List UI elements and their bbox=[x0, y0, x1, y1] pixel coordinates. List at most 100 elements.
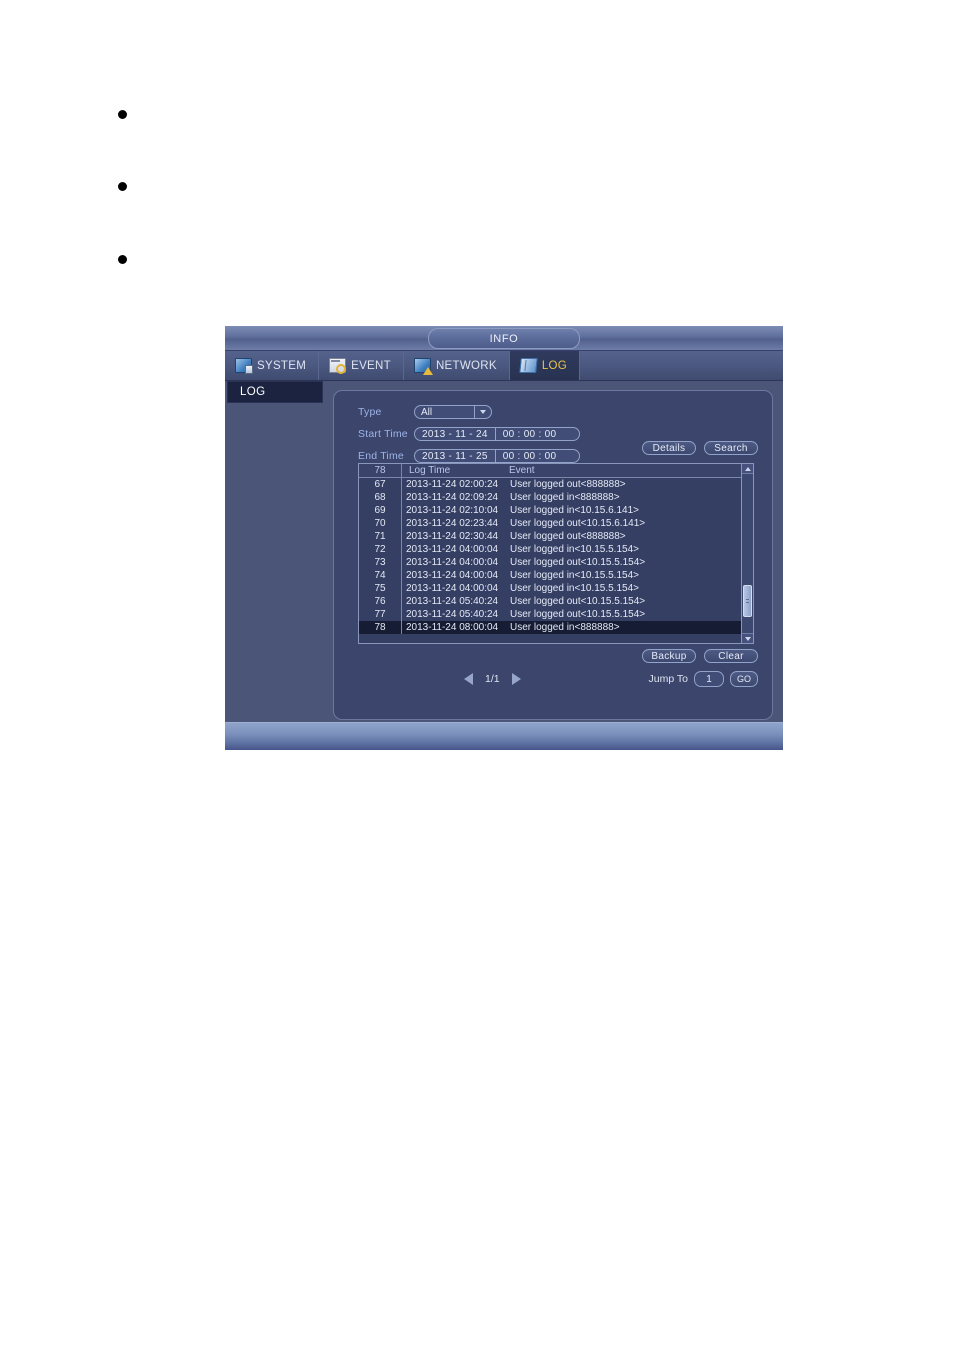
column-header-log-time: Log Time bbox=[409, 465, 451, 476]
search-button[interactable]: Search bbox=[704, 441, 758, 455]
arrow-left-icon[interactable] bbox=[464, 673, 473, 685]
row-index: 76 bbox=[374, 596, 386, 607]
table-row[interactable]: 74 2013-11-24 04:00:04 User logged in<10.1… bbox=[359, 569, 741, 582]
details-button[interactable]: Details bbox=[642, 441, 696, 455]
start-date-value: 2013 - 11 - 24 bbox=[422, 428, 488, 440]
row-index: 69 bbox=[374, 505, 386, 516]
table-row[interactable]: 70 2013-11-24 02:23:44 User logged out<10.… bbox=[359, 517, 741, 530]
page-bullet-list bbox=[0, 0, 954, 320]
row-log-time: 2013-11-24 04:00:04 bbox=[406, 570, 499, 581]
scrollbar-track[interactable] bbox=[742, 474, 753, 633]
row-event: User logged in<888888> bbox=[510, 492, 620, 503]
scroll-up-icon[interactable] bbox=[742, 464, 753, 474]
window-titlebar: INFO bbox=[225, 326, 783, 351]
start-time-field[interactable]: 2013 - 11 - 24 00 : 00 : 00 bbox=[414, 427, 580, 441]
info-window: INFO SYSTEM EVENT NETWORK LOG LOG Type A… bbox=[225, 326, 783, 750]
end-time-field[interactable]: 2013 - 11 - 25 00 : 00 : 00 bbox=[414, 449, 580, 463]
sidebar: LOG bbox=[227, 381, 323, 403]
table-row[interactable]: 78 2013-11-24 08:00:04 User logged in<8888… bbox=[359, 621, 741, 634]
row-log-time: 2013-11-24 04:00:04 bbox=[406, 583, 499, 594]
window-footer bbox=[225, 722, 783, 750]
row-event: User logged out<10.15.5.154> bbox=[510, 596, 646, 607]
tab-event[interactable]: EVENT bbox=[319, 351, 404, 380]
pagination-bar: 1/1 Jump To 1 GO bbox=[358, 671, 758, 687]
row-event: User logged in<10.15.5.154> bbox=[510, 583, 639, 594]
page-title: INFO bbox=[428, 328, 580, 349]
row-index: 77 bbox=[374, 609, 386, 620]
jump-to-input[interactable]: 1 bbox=[694, 671, 724, 687]
table-row[interactable]: 68 2013-11-24 02:09:24 User logged in<8888… bbox=[359, 491, 741, 504]
row-log-time: 2013-11-24 05:40:24 bbox=[406, 609, 499, 620]
table-actions: Backup Clear bbox=[642, 649, 758, 663]
row-event: User logged out<888888> bbox=[510, 479, 626, 490]
bullet-point bbox=[118, 110, 127, 119]
type-row: Type All bbox=[358, 403, 758, 421]
table-row[interactable]: 73 2013-11-24 04:00:04 User logged out<10.… bbox=[359, 556, 741, 569]
row-log-time: 2013-11-24 02:30:44 bbox=[406, 531, 499, 542]
row-log-time: 2013-11-24 04:00:04 bbox=[406, 557, 499, 568]
clear-button[interactable]: Clear bbox=[704, 649, 758, 663]
table-row[interactable]: 75 2013-11-24 04:00:04 User logged in<10.1… bbox=[359, 582, 741, 595]
row-log-time: 2013-11-24 02:09:24 bbox=[406, 492, 499, 503]
start-time-label: Start Time bbox=[358, 428, 408, 440]
table-row[interactable]: 69 2013-11-24 02:10:04 User logged in<10.1… bbox=[359, 504, 741, 517]
table-header: 78 Log Time Event bbox=[359, 464, 741, 478]
row-index: 68 bbox=[374, 492, 386, 503]
network-warning-icon bbox=[413, 358, 433, 375]
row-index: 72 bbox=[374, 544, 386, 555]
row-index: 73 bbox=[374, 557, 386, 568]
start-clock-value: 00 : 00 : 00 bbox=[502, 428, 557, 440]
record-count: 78 bbox=[374, 465, 386, 476]
search-actions: Details Search bbox=[642, 441, 758, 455]
row-index: 71 bbox=[374, 531, 386, 542]
table-scrollbar[interactable] bbox=[741, 464, 753, 643]
table-row[interactable]: 71 2013-11-24 02:30:44 User logged out<888… bbox=[359, 530, 741, 543]
event-search-icon bbox=[329, 358, 347, 374]
tab-network-label: NETWORK bbox=[435, 359, 497, 372]
tab-system-label: SYSTEM bbox=[257, 359, 307, 372]
sidebar-item-log[interactable]: LOG bbox=[227, 381, 323, 403]
column-header-event: Event bbox=[509, 465, 535, 476]
table-row[interactable]: 77 2013-11-24 05:40:24 User logged out<10.… bbox=[359, 608, 741, 621]
page-indicator: 1/1 bbox=[485, 673, 500, 685]
tab-log-label: LOG bbox=[541, 359, 567, 372]
log-table: 78 Log Time Event 67 2013-11-24 02:00:24 U… bbox=[358, 463, 754, 644]
tab-log[interactable]: LOG bbox=[509, 351, 580, 380]
table-row[interactable]: 67 2013-11-24 02:00:24 User logged out<888… bbox=[359, 478, 741, 491]
arrow-right-icon[interactable] bbox=[511, 673, 521, 685]
row-event: User logged in<888888> bbox=[510, 622, 620, 633]
row-log-time: 2013-11-24 08:00:04 bbox=[406, 622, 499, 633]
type-label: Type bbox=[358, 406, 382, 418]
row-index: 70 bbox=[374, 518, 386, 529]
row-event: User logged out<10.15.6.141> bbox=[510, 518, 646, 529]
tab-bar: SYSTEM EVENT NETWORK LOG bbox=[225, 351, 783, 381]
row-log-time: 2013-11-24 05:40:24 bbox=[406, 596, 499, 607]
row-log-time: 2013-11-24 02:23:44 bbox=[406, 518, 499, 529]
row-event: User logged in<10.15.5.154> bbox=[510, 544, 639, 555]
log-book-icon bbox=[519, 358, 538, 373]
end-time-label: End Time bbox=[358, 450, 404, 462]
tab-system[interactable]: SYSTEM bbox=[225, 351, 320, 380]
row-event: User logged out<888888> bbox=[510, 531, 626, 542]
end-date-value: 2013 - 11 - 25 bbox=[422, 450, 488, 462]
row-index: 74 bbox=[374, 570, 386, 581]
row-index: 78 bbox=[374, 622, 386, 633]
table-row[interactable]: 76 2013-11-24 05:40:24 User logged out<10.… bbox=[359, 595, 741, 608]
scroll-down-icon[interactable] bbox=[742, 633, 753, 643]
tab-event-label: EVENT bbox=[351, 359, 391, 372]
chevron-down-icon[interactable] bbox=[474, 406, 490, 418]
scrollbar-thumb[interactable] bbox=[743, 585, 752, 617]
table-row[interactable]: 72 2013-11-24 04:00:04 User logged in<10.1… bbox=[359, 543, 741, 556]
tab-network[interactable]: NETWORK bbox=[404, 351, 510, 380]
type-select-value: All bbox=[421, 406, 433, 418]
row-log-time: 2013-11-24 02:00:24 bbox=[406, 479, 499, 490]
row-event: User logged out<10.15.5.154> bbox=[510, 557, 646, 568]
search-form: Type All Start Time 2013 - 11 - 24 00 : … bbox=[358, 403, 758, 469]
type-select[interactable]: All bbox=[414, 405, 492, 419]
row-log-time: 2013-11-24 04:00:04 bbox=[406, 544, 499, 555]
go-button[interactable]: GO bbox=[730, 671, 758, 687]
end-clock-value: 00 : 00 : 00 bbox=[502, 450, 557, 462]
backup-button[interactable]: Backup bbox=[642, 649, 696, 663]
bullet-point bbox=[118, 255, 127, 264]
row-event: User logged in<10.15.6.141> bbox=[510, 505, 639, 516]
